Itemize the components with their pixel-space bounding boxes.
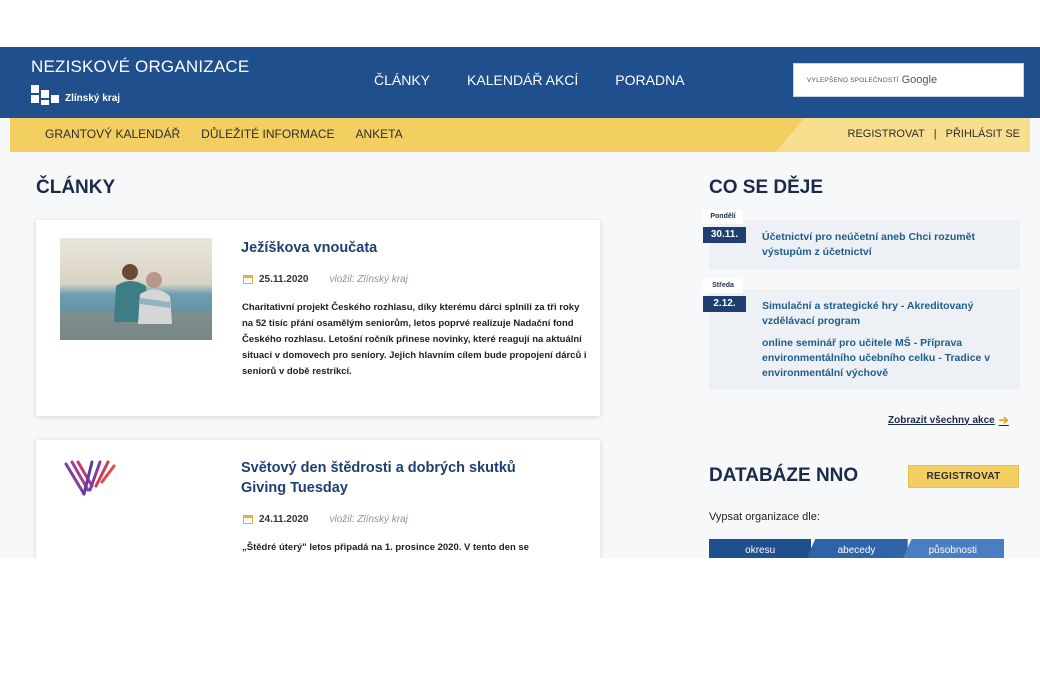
article-card: Ježíškova vnoučata 25.11.2020 vložil: Zl… [36, 220, 600, 416]
tab-district[interactable]: okresu [709, 539, 812, 558]
event-date-badge: 2.12. [703, 296, 746, 312]
database-register-button[interactable]: REGISTROVAT [908, 465, 1019, 488]
nav-survey[interactable]: ANKETA [356, 127, 403, 141]
brand-name: Zlínský kraj [65, 92, 121, 104]
account-separator: | [933, 128, 937, 140]
event-day-name: Pondělí [703, 210, 743, 224]
articles-heading: ČLÁNKY [36, 177, 116, 198]
database-filter-label: Vypsat organizace dle: [709, 511, 820, 523]
giving-tuesday-heart-icon[interactable] [62, 458, 116, 500]
article-author: vložil: Zlínský kraj [329, 514, 408, 525]
site-title[interactable]: NEZISKOVÉ ORGANIZACE [31, 57, 249, 77]
search-engine: Google [901, 74, 938, 86]
search-prefix: VYLEPŠENO SPOLEČNOSTÍ [807, 76, 899, 84]
website-viewport: NEZISKOVÉ ORGANIZACE Zlínský kraj ČLÁNKY… [0, 47, 1040, 558]
article-date: 25.11.2020 [259, 274, 309, 285]
account-links: REGISTROVAT | PŘIHLÁSIT SE [848, 128, 1020, 140]
register-link[interactable]: REGISTROVAT [848, 128, 925, 140]
search-input[interactable]: VYLEPŠENO SPOLEČNOSTÍ Google [793, 63, 1024, 97]
nav-important-info[interactable]: DŮLEŽITÉ INFORMACE [201, 127, 334, 141]
site-header: NEZISKOVÉ ORGANIZACE Zlínský kraj ČLÁNKY… [0, 47, 1040, 118]
main-nav: ČLÁNKY KALENDÁŘ AKCÍ PORADNA [374, 72, 722, 88]
brand-logo[interactable]: Zlínský kraj [31, 85, 120, 105]
article-meta: 24.11.2020 vložil: Zlínský kraj [243, 514, 408, 525]
login-link[interactable]: PŘIHLÁSIT SE [946, 128, 1020, 140]
calendar-icon [243, 515, 253, 524]
event-date-badge: 30.11. [703, 227, 746, 243]
article-date: 24.11.2020 [259, 514, 309, 525]
tab-alphabet[interactable]: abecedy [805, 539, 908, 558]
events-heading: CO SE DĚJE [709, 177, 824, 198]
tab-scope[interactable]: působnosti [901, 539, 1004, 558]
article-card: Světový den štědrosti a dobrých skutků G… [36, 440, 600, 558]
event-title[interactable]: Simulační a strategické hry - Akreditova… [762, 299, 1012, 329]
secondary-nav: GRANTOVÝ KALENDÁŘ DŮLEŽITÉ INFORMACE ANK… [45, 127, 424, 141]
arrow-right-icon: ➔ [998, 413, 1009, 427]
article-perex: Charitativní projekt Českého rozhlasu, d… [242, 302, 587, 377]
nav-grant-calendar[interactable]: GRANTOVÝ KALENDÁŘ [45, 127, 180, 141]
article-meta: 25.11.2020 vložil: Zlínský kraj [243, 274, 408, 285]
event-title[interactable]: online seminář pro učitele MŠ - Příprava… [762, 336, 1012, 381]
event-title[interactable]: Účetnictví pro neúčetní aneb Chci rozumě… [762, 230, 1012, 260]
article-perex: „Štědré úterý" letos připadá na 1. prosi… [242, 542, 529, 553]
article-author: vložil: Zlínský kraj [329, 274, 408, 285]
article-title[interactable]: Ježíškova vnoučata [241, 238, 561, 258]
secondary-nav-bar: GRANTOVÝ KALENDÁŘ DŮLEŽITÉ INFORMACE ANK… [10, 118, 1030, 152]
calendar-icon [243, 275, 253, 284]
nav-advice[interactable]: PORADNA [615, 72, 684, 88]
database-filter-tabs: okresu abecedy působnosti [709, 539, 1004, 558]
nav-articles[interactable]: ČLÁNKY [374, 72, 430, 88]
nav-events-calendar[interactable]: KALENDÁŘ AKCÍ [467, 72, 578, 88]
all-events-link[interactable]: Zobrazit všechny akce ➔ [888, 413, 1009, 427]
page: NEZISKOVÉ ORGANIZACE Zlínský kraj ČLÁNKY… [0, 0, 1040, 695]
article-title[interactable]: Světový den štědrosti a dobrých skutků G… [241, 458, 561, 498]
zlin-region-logo-icon [31, 85, 61, 105]
database-heading: DATABÁZE NNO [709, 465, 859, 486]
article-photo[interactable] [60, 238, 212, 340]
all-events-label: Zobrazit všechny akce [888, 414, 995, 426]
event-day-name: Středa [703, 279, 743, 293]
